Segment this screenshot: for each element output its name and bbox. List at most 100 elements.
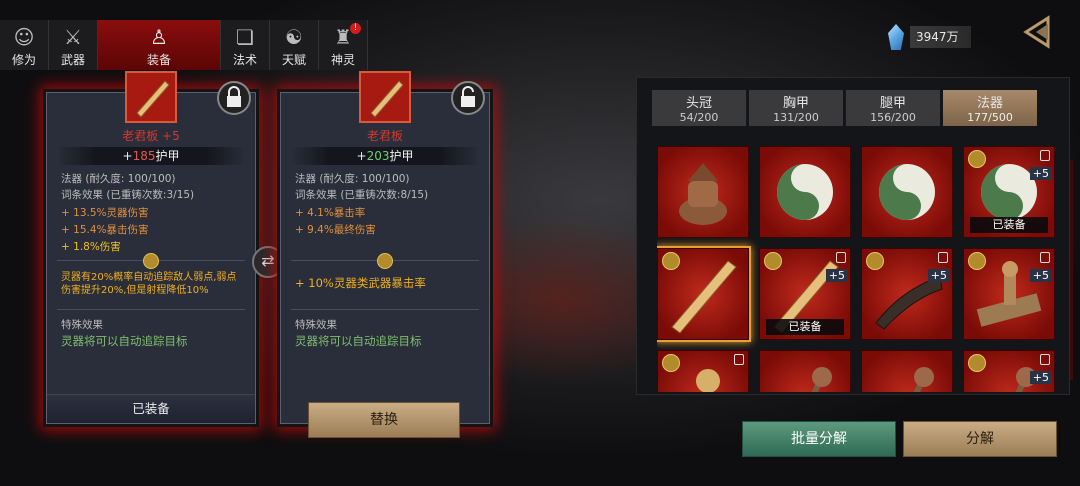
enhance-level: +5	[1029, 371, 1052, 384]
coin-icon	[968, 252, 986, 270]
equipped-label: 已装备	[970, 217, 1048, 233]
inventory-slot[interactable]: +5	[963, 350, 1055, 392]
tab-label: 天赋	[281, 53, 306, 67]
inventory-slot[interactable]	[657, 146, 749, 238]
tab-legs[interactable]: 腿甲 156/200	[846, 90, 940, 126]
tab-chest[interactable]: 胸甲 131/200	[749, 90, 843, 126]
divider	[291, 309, 479, 310]
item-thumbnail	[359, 71, 411, 123]
armor-value: 185	[132, 149, 156, 163]
scrollbar[interactable]	[1070, 160, 1073, 380]
tab-label: 腿甲	[879, 96, 906, 111]
decompose-button[interactable]: 分解	[903, 421, 1057, 457]
tab-equipment[interactable]: ♙ 装备	[98, 20, 221, 70]
compare-item-card: 老君板 +203护甲 法器 (耐久度: 100/100) 词条效果 (已重铸次数…	[280, 71, 490, 424]
tab-label: 装备	[146, 53, 171, 67]
sword-icon: ⚔	[64, 25, 82, 49]
coin-icon	[866, 252, 884, 270]
batch-decompose-button[interactable]: 批量分解	[742, 421, 896, 457]
affix-line: + 1.8%伤害	[61, 241, 121, 253]
inventory-slot[interactable]	[759, 146, 851, 238]
notification-badge: !	[350, 23, 361, 34]
tab-deity[interactable]: ♜ 神灵 !	[319, 20, 368, 70]
special-text: 灵器将可以自动追踪目标	[61, 334, 188, 348]
robe-icon: ♙	[150, 25, 168, 49]
taiji-icon: ☯	[285, 25, 303, 49]
tab-weapon[interactable]: ⚔ 武器	[49, 20, 98, 70]
bust-icon: ☺	[13, 25, 35, 49]
inventory-slot[interactable]: +5 已装备	[759, 248, 851, 340]
currency-display: 3947万	[888, 24, 971, 50]
back-arrow-icon	[1023, 15, 1050, 49]
lock-icon	[1040, 150, 1050, 161]
item-name: 老君板 +5	[122, 129, 180, 143]
inventory-slot[interactable]	[861, 146, 953, 238]
item-thumbnail	[125, 71, 177, 123]
tab-cultivation[interactable]: ☺ 修为	[0, 20, 49, 70]
tab-talent[interactable]: ☯ 天赋	[270, 20, 319, 70]
unlock-icon	[461, 86, 475, 107]
tab-count: 156/200	[870, 111, 916, 124]
affix-header: 词条效果 (已重铸次数:8/15)	[295, 189, 429, 201]
lock-icon	[1040, 252, 1050, 263]
equipped-status: 已装备	[47, 394, 255, 423]
tab-helmet[interactable]: 头冠 54/200	[652, 90, 746, 126]
durability-text: 法器 (耐久度: 100/100)	[61, 173, 176, 185]
affix-line: + 13.5%灵器伤害	[61, 207, 149, 219]
lock-toggle[interactable]	[451, 81, 485, 115]
inventory-tabs: 头冠 54/200 胸甲 131/200 腿甲 156/200 法器 177/5…	[652, 90, 1040, 126]
back-button[interactable]	[1022, 14, 1058, 50]
coin-icon	[662, 252, 680, 270]
tab-artifact[interactable]: 法器 177/500	[943, 90, 1037, 126]
enhance-level: +5	[1029, 167, 1052, 180]
replace-button[interactable]: 替换	[308, 402, 460, 438]
tab-spell[interactable]: ❏ 法术	[221, 20, 270, 70]
coin-icon	[968, 150, 986, 168]
currency-value: 3947万	[910, 26, 971, 48]
coin-icon	[662, 354, 680, 372]
tab-label: 武器	[60, 53, 85, 67]
armor-value: 203	[366, 149, 390, 163]
special-text: 灵器将可以自动追踪目标	[295, 334, 422, 348]
affix-line: + 4.1%暴击率	[295, 207, 366, 219]
lock-icon	[1040, 354, 1050, 365]
inventory-slot[interactable]: +5	[963, 248, 1055, 340]
inventory-slot[interactable]	[861, 350, 953, 392]
armor-prefix: +	[356, 149, 367, 163]
coin-icon	[764, 252, 782, 270]
yin-yang-icon	[777, 164, 833, 220]
divider	[57, 309, 245, 310]
tab-count: 54/200	[679, 111, 719, 124]
yin-yang-icon	[879, 164, 935, 220]
armor-stat: +203护甲	[291, 147, 479, 165]
tab-label: 神灵	[330, 53, 355, 67]
ruyi-icon	[811, 367, 832, 392]
lock-icon	[938, 252, 948, 263]
tab-count: 131/200	[773, 111, 819, 124]
lock-icon	[836, 252, 846, 263]
inventory-slot[interactable]	[657, 248, 749, 340]
ruyi-icon	[913, 367, 934, 392]
item-grid: +5 已装备 +5 已装备 +5 +5 +5	[657, 146, 1055, 392]
inventory-slot[interactable]: +5	[861, 248, 953, 340]
lock-toggle[interactable]	[217, 81, 251, 115]
equipped-label: 已装备	[766, 319, 844, 335]
incense-burner-icon	[679, 163, 727, 225]
inventory-slot[interactable]	[657, 350, 749, 392]
special-title: 特殊效果	[61, 319, 103, 331]
armor-stat: +185护甲	[57, 147, 245, 165]
crystal-icon	[888, 24, 904, 50]
item-name: 老君板	[366, 129, 403, 143]
wooden-tablet-icon	[370, 80, 404, 118]
tab-label: 胸甲	[782, 96, 809, 111]
enhance-level: +5	[825, 269, 848, 282]
tab-count: 177/500	[967, 111, 1013, 124]
armor-label: 护甲	[155, 149, 180, 163]
inventory-slot[interactable]	[759, 350, 851, 392]
coin-icon	[377, 253, 393, 269]
bonus-effect: + 10%灵器类武器暴击率	[295, 276, 426, 290]
inventory-panel: 头冠 54/200 胸甲 131/200 腿甲 156/200 法器 177/5…	[636, 77, 1070, 395]
enhance-level: +5	[1029, 269, 1052, 282]
inventory-slot[interactable]: +5 已装备	[963, 146, 1055, 238]
tab-label: 头冠	[685, 96, 712, 111]
